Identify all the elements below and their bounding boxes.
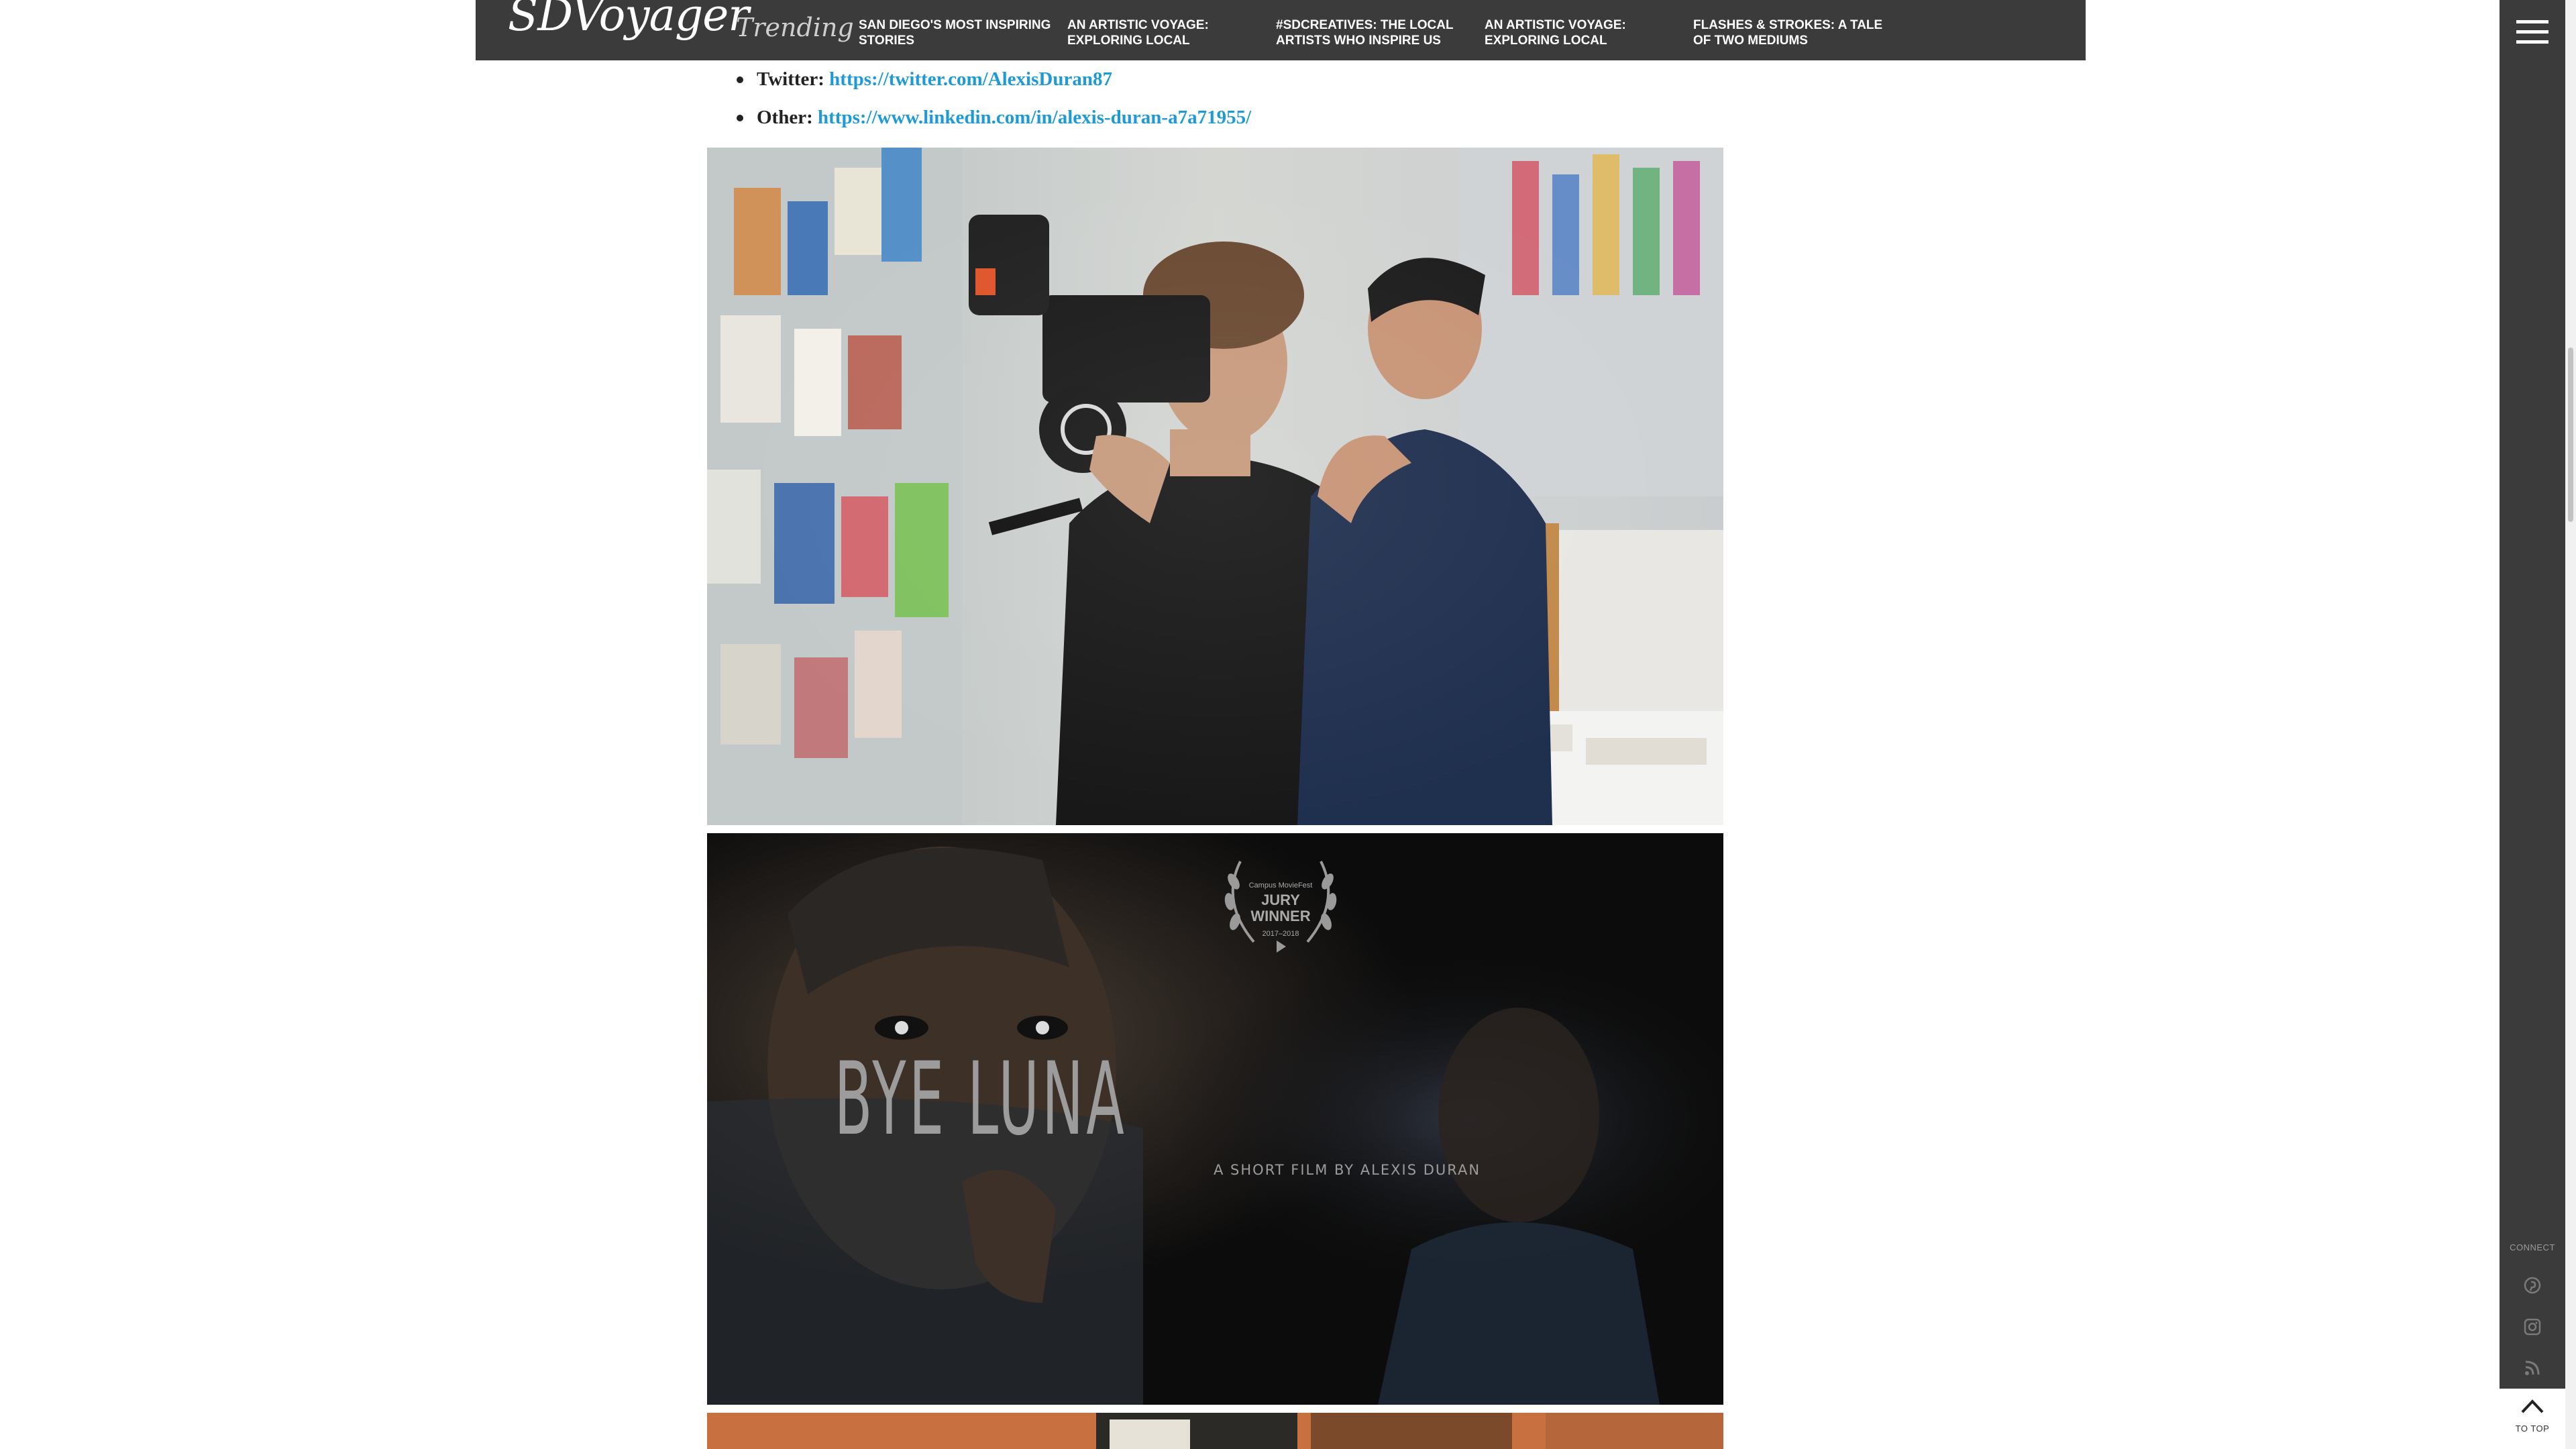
- scrollbar-thumb[interactable]: [2568, 347, 2573, 522]
- list-item-twitter: Twitter: https://twitter.com/AlexisDuran…: [737, 67, 1112, 91]
- instagram-icon[interactable]: [2524, 1318, 2541, 1336]
- menu-icon-bar: [2516, 30, 2548, 34]
- menu-icon-bar: [2516, 40, 2548, 44]
- list-item-other: Other: https://www.linkedin.com/in/alexi…: [737, 105, 1251, 129]
- to-top-button[interactable]: TO TOP: [2500, 1389, 2565, 1449]
- article-photo-bye-luna-poster: Campus MovieFest JURY WINNER 2017–2018 B…: [707, 833, 1723, 1405]
- rss-icon[interactable]: [2524, 1359, 2541, 1377]
- top-nav-bar: SDVoyager Trending SAN DIEGO'S MOST INSP…: [476, 0, 2086, 60]
- poster-subtitle: A SHORT FILM BY ALEXIS DURAN: [1214, 1162, 1481, 1178]
- laurel-festival: Campus MovieFest: [1248, 881, 1313, 890]
- poster-title: BYE LUNA: [834, 1041, 1128, 1158]
- laurel-year: 2017–2018: [1262, 930, 1299, 938]
- linkedin-link[interactable]: https://www.linkedin.com/in/alexis-duran…: [818, 107, 1251, 128]
- trending-label: Trending: [736, 13, 854, 42]
- jury-winner-laurel: Campus MovieFest JURY WINNER 2017–2018: [1214, 848, 1348, 955]
- right-sidebar: CONNECT: [2500, 0, 2565, 1449]
- menu-icon-bar: [2516, 20, 2548, 23]
- trending-item[interactable]: AN ARTISTIC VOYAGE: EXPLORING LOCAL: [1067, 17, 1269, 48]
- article-photo-partial: [707, 1413, 1723, 1449]
- page: SDVoyager Trending SAN DIEGO'S MOST INSP…: [0, 0, 2576, 1449]
- bullet-icon: [737, 76, 743, 83]
- trending-item[interactable]: SAN DIEGO'S MOST INSPIRING STORIES: [859, 17, 1060, 48]
- partial-image: [707, 1413, 1723, 1449]
- connect-label: CONNECT: [2510, 1242, 2555, 1252]
- bullet-icon: [737, 115, 743, 121]
- article-photo-camera-crew: [707, 148, 1723, 825]
- scrollbar-track[interactable]: [2565, 0, 2576, 1449]
- trending-item[interactable]: FLASHES & STROKES: A TALE OF TWO MEDIUMS: [1693, 17, 1894, 48]
- menu-button[interactable]: [2516, 20, 2548, 44]
- trending-item[interactable]: #SDCREATIVES: THE LOCAL ARTISTS WHO INSP…: [1276, 17, 1477, 48]
- twitter-link[interactable]: https://twitter.com/AlexisDuran87: [829, 68, 1112, 90]
- site-logo[interactable]: SDVoyager: [508, 0, 749, 38]
- link-label: Other:: [757, 107, 813, 128]
- link-label: Twitter:: [757, 68, 824, 90]
- chevron-up-icon: [2521, 1399, 2544, 1413]
- to-top-label: TO TOP: [2515, 1424, 2550, 1434]
- trending-item[interactable]: AN ARTISTIC VOYAGE: EXPLORING LOCAL: [1485, 17, 1686, 48]
- camera-crew-image: [707, 148, 1723, 825]
- pinterest-icon[interactable]: [2524, 1277, 2541, 1294]
- laurel-award: JURY WINNER: [1250, 892, 1311, 924]
